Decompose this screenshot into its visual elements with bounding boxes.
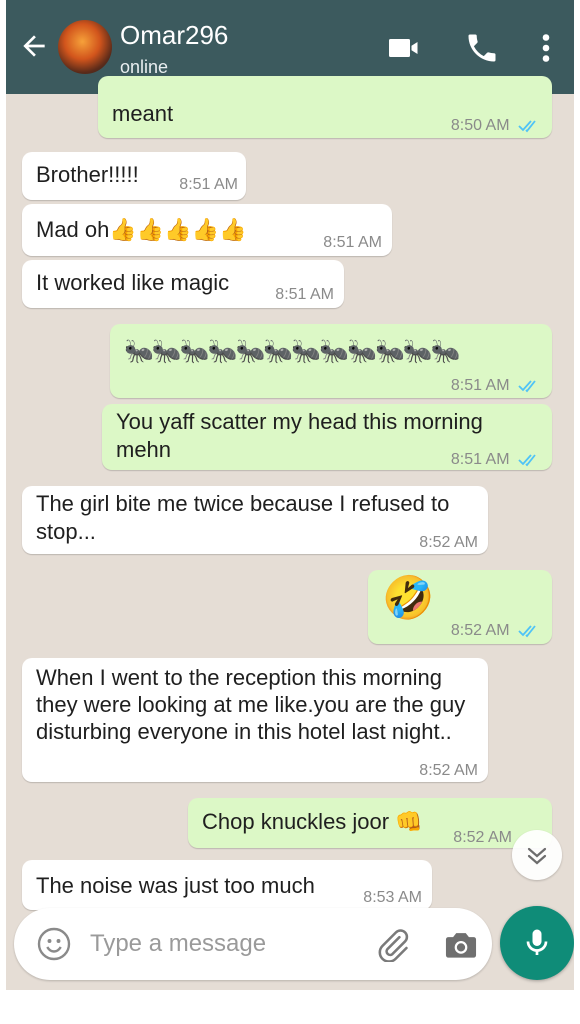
message-time: 8:51 AM	[275, 286, 334, 303]
attach-icon[interactable]	[376, 928, 410, 962]
time-label: 8:52 AM	[450, 622, 510, 639]
message-text: meant	[112, 101, 174, 126]
read-ticks-icon	[518, 380, 536, 393]
message-text: The noise was just too much	[36, 873, 315, 898]
phone-icon[interactable]	[464, 30, 500, 66]
message-time: 8:51 AM	[451, 446, 542, 474]
read-ticks-icon	[518, 625, 536, 638]
video-call-icon[interactable]	[386, 30, 422, 66]
back-arrow-icon[interactable]	[18, 30, 50, 62]
message-incoming[interactable]: The girl bite me twice because I refused…	[22, 486, 488, 554]
chevron-down-double-icon	[527, 847, 547, 865]
mic-icon	[526, 929, 548, 955]
message-incoming[interactable]: The noise was just too much 8:53 AM	[22, 860, 432, 910]
message-time: 8:51 AM	[451, 372, 542, 400]
read-ticks-icon	[518, 454, 536, 467]
message-outgoing[interactable]: 🐜🐜🐜🐜🐜🐜🐜🐜🐜🐜🐜🐜 8:51 AM	[110, 324, 552, 398]
message-text: When I went to the reception this mornin…	[36, 665, 466, 744]
message-outgoing[interactable]: Chop knuckles joor 👊 8:52 AM	[188, 798, 552, 848]
time-label: 8:51 AM	[450, 377, 510, 394]
chat-screen: Omar296 online meant 8:50 AM Brother!!!!…	[6, 0, 574, 990]
message-text: Brother!!!!!	[36, 162, 139, 187]
message-outgoing[interactable]: 🤣 8:52 AM	[368, 570, 552, 644]
message-time: 8:52 AM	[453, 829, 512, 846]
message-text: It worked like magic	[36, 270, 230, 295]
message-text: Mad oh👍👍👍👍👍	[36, 217, 247, 242]
message-text: The girl bite me twice because I refused…	[36, 491, 450, 544]
time-label: 8:51 AM	[450, 451, 510, 468]
message-input[interactable]: Type a message	[90, 930, 266, 958]
time-label: 8:50 AM	[450, 117, 510, 134]
message-outgoing[interactable]: You yaff scatter my head this morning me…	[102, 404, 552, 470]
message-incoming[interactable]: Brother!!!!! 8:51 AM	[22, 152, 246, 200]
emoji-icon[interactable]	[36, 926, 72, 962]
message-incoming[interactable]: When I went to the reception this mornin…	[22, 658, 488, 782]
more-vert-icon[interactable]	[528, 30, 564, 66]
contact-avatar[interactable]	[58, 20, 112, 74]
contact-name[interactable]: Omar296	[120, 20, 228, 51]
message-text: 🐜🐜🐜🐜🐜🐜🐜🐜🐜🐜🐜🐜	[124, 338, 461, 365]
message-text: Chop knuckles joor 👊	[202, 809, 423, 834]
message-list: meant 8:50 AM Brother!!!!! 8:51 AM Mad o…	[6, 76, 574, 990]
read-ticks-icon	[518, 120, 536, 133]
message-time: 8:51 AM	[179, 176, 238, 193]
message-time: 8:52 AM	[451, 617, 542, 645]
voice-record-button[interactable]	[500, 906, 574, 980]
message-text: 🤣	[382, 574, 435, 621]
message-incoming[interactable]: It worked like magic 8:51 AM	[22, 260, 344, 308]
contact-status: online	[120, 57, 169, 77]
message-time: 8:50 AM	[451, 112, 542, 140]
message-outgoing[interactable]: meant 8:50 AM	[98, 76, 552, 138]
scroll-to-bottom-button[interactable]	[512, 830, 562, 880]
message-time: 8:52 AM	[419, 534, 478, 551]
message-incoming[interactable]: Mad oh👍👍👍👍👍 8:51 AM	[22, 204, 392, 256]
message-time: 8:52 AM	[419, 762, 478, 779]
message-composer: Type a message	[14, 908, 492, 980]
message-time: 8:51 AM	[323, 234, 382, 251]
camera-icon[interactable]	[442, 926, 480, 964]
